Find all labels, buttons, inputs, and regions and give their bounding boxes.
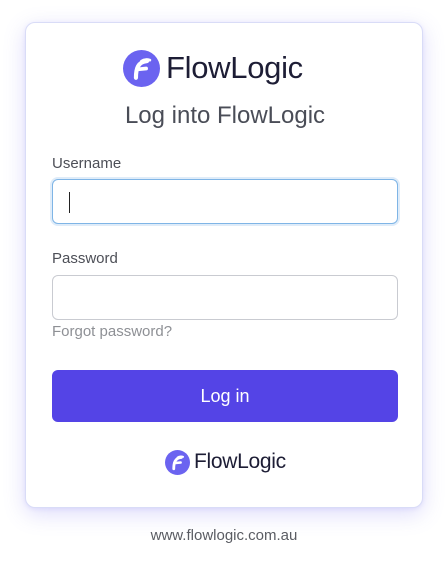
username-field[interactable] xyxy=(53,180,397,223)
flowlogic-logo-icon xyxy=(165,449,190,475)
username-field-wrapper xyxy=(52,179,398,224)
brand-name-footer: FlowLogic xyxy=(194,450,286,473)
page-title: Log into FlowLogic xyxy=(124,102,326,129)
password-field-wrapper xyxy=(52,275,398,320)
username-label: Username xyxy=(52,155,122,172)
login-page: FlowLogic Log into FlowLogic Username Pa… xyxy=(0,0,448,583)
forgot-password-link[interactable]: Forgot password? xyxy=(52,323,172,340)
brand-name: FlowLogic xyxy=(166,50,303,85)
login-button[interactable]: Log in xyxy=(52,370,398,422)
flowlogic-logo-icon xyxy=(123,49,160,87)
password-label: Password xyxy=(52,250,118,267)
login-card: FlowLogic Log into FlowLogic Username Pa… xyxy=(25,22,423,508)
website-url[interactable]: www.flowlogic.com.au xyxy=(0,527,448,544)
brand-logo-bottom: FlowLogic xyxy=(165,449,286,475)
password-field[interactable] xyxy=(53,276,397,319)
brand-logo-top: FlowLogic xyxy=(123,48,303,88)
text-caret xyxy=(69,192,70,213)
